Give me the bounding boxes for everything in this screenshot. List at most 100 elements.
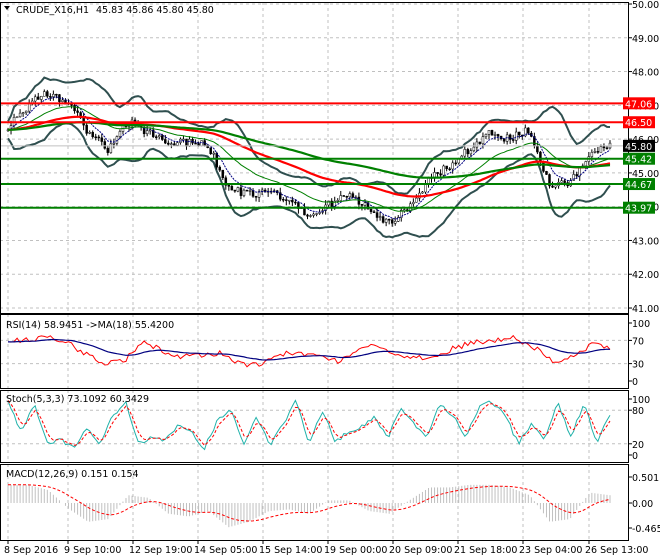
time-tick-label: 19 Sep 00:00 [324, 545, 387, 556]
price-tick-label: 42.00 [632, 270, 659, 281]
candle-body [472, 146, 476, 151]
candle-body [439, 173, 442, 176]
candle-body [73, 105, 76, 112]
candle-body [393, 221, 397, 224]
ohlc-readout: 45.83 45.86 45.80 45.80 [96, 5, 214, 16]
candle-body [188, 138, 191, 147]
price-tick-label: 49.00 [632, 34, 659, 45]
candle-body [584, 161, 588, 167]
rsi-title: RSI(14) 58.9451 ->MA(18) 55.4200 [6, 320, 174, 331]
candle-body [454, 162, 457, 165]
candle-body [161, 135, 164, 140]
candle-body [511, 139, 515, 141]
candle-body [209, 147, 212, 154]
time-tick-label: 8 Sep 2016 [4, 545, 58, 556]
candle-body [469, 150, 473, 155]
candle-body [478, 141, 482, 144]
time-tick-label: 20 Sep 09:00 [389, 545, 452, 556]
candle-body [291, 199, 294, 203]
candle-body [55, 93, 58, 96]
candle-body [381, 216, 385, 223]
candle-body [372, 211, 376, 213]
candle-body [109, 143, 113, 153]
candle-body [554, 185, 557, 188]
candle-body [490, 130, 494, 136]
candle-body [369, 208, 373, 212]
candle-body [242, 189, 246, 196]
candle-body [185, 138, 188, 147]
rsi-tick-label: 100 [632, 319, 650, 330]
candle-body [200, 140, 203, 146]
candle-body [545, 171, 548, 175]
candle-body [24, 110, 28, 113]
candle-body [424, 183, 427, 193]
stoch-tick-label: 20 [632, 440, 644, 451]
stoch-tick-label: 100 [632, 395, 650, 406]
candle-body [445, 165, 448, 170]
candle-body [52, 93, 55, 97]
candle-body [575, 174, 578, 177]
candle-body [375, 212, 379, 218]
candle-body [212, 152, 215, 155]
price-tick-label: 48.00 [632, 68, 659, 79]
time-tick-label: 14 Sep 05:00 [194, 545, 257, 556]
candle-body [360, 204, 364, 206]
candle-body [176, 142, 179, 146]
candle-body [88, 132, 91, 134]
stoch-signal-line [7, 400, 611, 447]
candle-body [145, 130, 149, 135]
candle-body [154, 136, 158, 138]
candle-body [230, 186, 234, 191]
candle-body [436, 172, 439, 174]
price-tick-label: 50.00 [632, 0, 659, 11]
candle-body [463, 149, 467, 157]
candle-body [221, 169, 225, 178]
candle-body [542, 161, 545, 172]
rsi-tick-label: 0 [632, 377, 638, 388]
candle-body [563, 180, 566, 183]
candle-body [33, 96, 37, 102]
level-label: 43.97 [625, 204, 652, 215]
candle-body [173, 143, 176, 146]
candle-body [466, 149, 470, 155]
candle-body [167, 142, 170, 145]
candle-body [508, 134, 512, 140]
candle-body [348, 193, 352, 198]
candle-body [536, 145, 539, 153]
candle-body [164, 139, 167, 144]
candle-body [254, 196, 258, 198]
candle-body [403, 209, 406, 211]
candle-body [448, 168, 451, 171]
time-tick-label: 12 Sep 19:00 [129, 545, 192, 556]
candle-body [194, 142, 197, 145]
price-pane [0, 76, 628, 239]
candle-body [336, 200, 339, 202]
candle-body [442, 165, 445, 176]
dropdown-triangle-icon[interactable] [4, 6, 10, 10]
chart-canvas[interactable]: 50.0049.0048.0047.0046.0045.0044.0043.00… [0, 0, 660, 560]
time-tick-label: 9 Sep 10:00 [64, 545, 121, 556]
candle-body [412, 201, 415, 205]
candle-body [118, 131, 122, 137]
candle-body [21, 112, 25, 114]
macd-tick-label: -0.465 [632, 524, 660, 535]
candle-body [97, 136, 101, 139]
candle-body [106, 148, 110, 153]
candle-body [384, 218, 388, 223]
candle-body [481, 136, 485, 144]
candle-body [294, 201, 297, 204]
candle-body [239, 187, 243, 196]
candle-body [590, 152, 594, 157]
macd-title: MACD(12,26,9) 0.151 0.154 [6, 469, 139, 480]
candle-body [91, 132, 94, 138]
candle-body [76, 110, 79, 113]
time-tick-label: 21 Sep 18:00 [454, 545, 517, 556]
candle-body [596, 151, 600, 153]
candle-body [100, 137, 104, 142]
time-tick-label: 23 Sep 04:00 [519, 545, 582, 556]
candle-body [487, 130, 491, 135]
candle-body [245, 189, 249, 192]
candle-body [345, 195, 349, 198]
stoch-tick-label: 0 [632, 451, 638, 462]
candle-body [378, 216, 382, 218]
